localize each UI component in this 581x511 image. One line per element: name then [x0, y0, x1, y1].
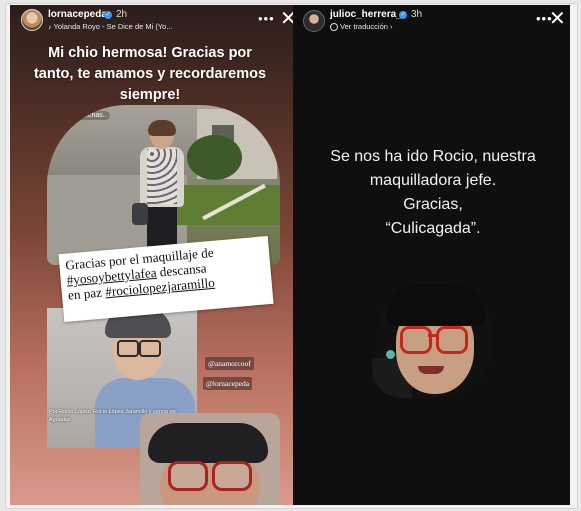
glasses-bridge: [428, 334, 436, 337]
mouth: [418, 366, 444, 374]
story-time: 3h: [411, 9, 423, 20]
mention-tag[interactable]: @anamorcoof: [205, 357, 254, 370]
message-line: maquilladora jefe.: [369, 172, 497, 189]
glasses-left: [117, 340, 139, 357]
chevron-right-icon: ›: [390, 22, 393, 31]
avatar[interactable]: [303, 10, 325, 32]
illustration-portrait: [364, 270, 504, 400]
translate-label: Ver traducción: [340, 22, 388, 31]
story-julioc-herrera[interactable]: julioc_herrera_ ✓ 3h Ver traducción › ••…: [293, 5, 570, 505]
username[interactable]: julioc_herrera_: [330, 9, 402, 20]
glasses-right: [436, 326, 468, 354]
bangs: [386, 284, 486, 326]
glasses-right: [139, 340, 161, 357]
hair: [148, 120, 176, 136]
bag: [132, 203, 148, 225]
message-line: Se nos ha ido Rocio, nuestra: [330, 148, 536, 165]
globe-icon: [330, 23, 338, 32]
music-note-icon: ♪: [48, 24, 52, 31]
glasses-left: [400, 326, 432, 354]
hair: [148, 423, 268, 463]
verified-icon: ✓: [104, 11, 112, 19]
username[interactable]: lornacepeda: [48, 9, 107, 20]
blouse: [147, 149, 177, 204]
verified-icon: ✓: [399, 11, 407, 19]
close-icon[interactable]: ✕: [549, 9, 566, 29]
more-options-icon[interactable]: •••: [258, 11, 275, 26]
message-line: “Culicagada”.: [385, 220, 481, 237]
story-header: lornacepeda ✓ 2h ♪ Yolanda Royo - Se Dice…: [10, 5, 293, 37]
bush: [187, 135, 242, 180]
story-time: 2h: [116, 9, 128, 20]
earring: [386, 350, 395, 359]
photo-closeup-red-glasses: [140, 413, 280, 505]
close-icon[interactable]: ✕: [280, 9, 293, 29]
mention-tag[interactable]: @lornacepeda: [203, 377, 253, 390]
story-lornacepeda[interactable]: lornacepeda ✓ 2h ♪ Yolanda Royo - Se Dice…: [10, 5, 293, 505]
message-line: Gracias,: [403, 196, 463, 213]
story-message: Se nos ha ido Rocio, nuestra maquillador…: [313, 145, 553, 241]
sticker-line3: en paz: [67, 284, 106, 303]
glasses-right: [212, 461, 252, 491]
photo-tag[interactable]: @caraosechas..: [53, 111, 110, 120]
song-title: Yolanda Royo - Se Dice de Mi (Yo...: [53, 22, 173, 31]
translate-link[interactable]: Ver traducción ›: [330, 22, 393, 32]
glasses-left: [168, 461, 208, 491]
song-label[interactable]: ♪ Yolanda Royo - Se Dice de Mi (Yo...: [48, 22, 173, 31]
avatar[interactable]: [21, 9, 43, 31]
story-caption: Mi chio hermosa! Gracias por tanto, te a…: [33, 45, 267, 103]
